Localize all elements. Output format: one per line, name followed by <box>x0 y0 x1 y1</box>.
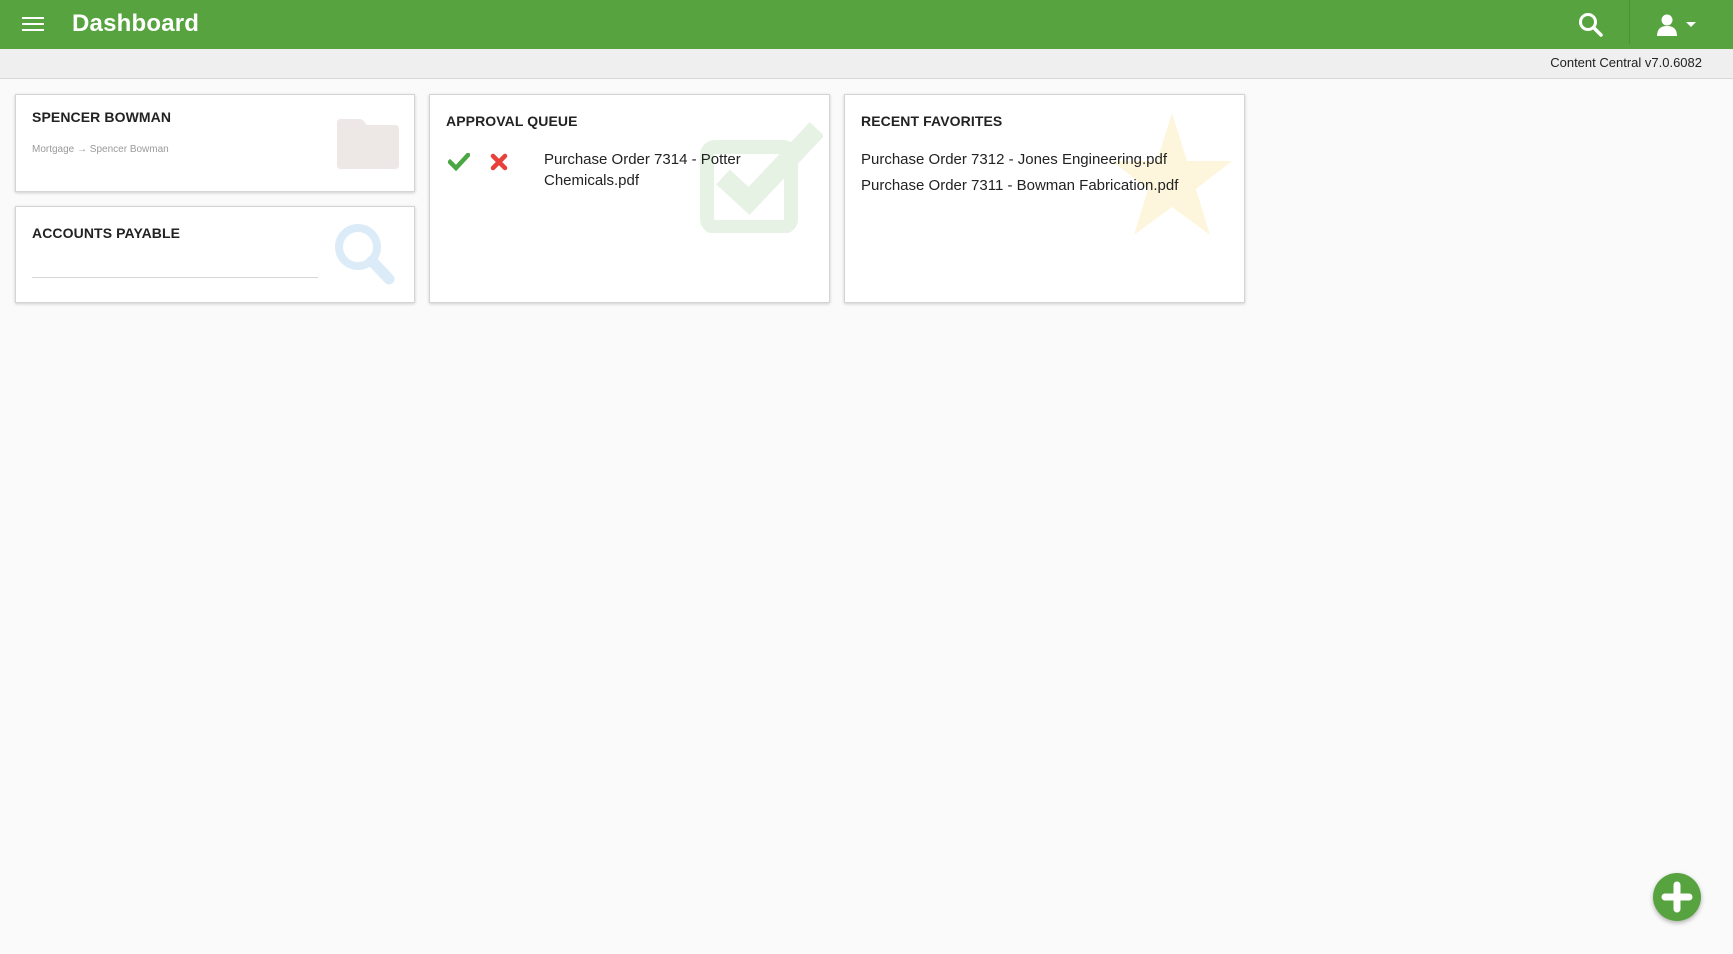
user-menu-button[interactable] <box>1655 12 1703 38</box>
breadcrumb[interactable]: Mortgage → Spencer Bowman <box>32 144 169 155</box>
approval-queue-card: APPROVAL QUEUE Purchase Order 7314 - Pot… <box>429 94 830 303</box>
add-button[interactable] <box>1653 873 1701 921</box>
favorites-list: Purchase Order 7312 - Jones Engineering.… <box>861 147 1178 199</box>
search-icon[interactable] <box>1578 12 1604 38</box>
search-icon <box>332 221 398 294</box>
top-app-bar: Dashboard <box>0 0 1733 49</box>
search-card[interactable]: ACCOUNTS PAYABLE <box>15 206 415 303</box>
header-divider <box>1629 0 1630 44</box>
approval-queue-document-link[interactable]: Purchase Order 7314 - Potter Chemicals.p… <box>544 149 764 191</box>
recent-favorites-card: RECENT FAVORITES Purchase Order 7312 - J… <box>844 94 1245 303</box>
search-card-title: ACCOUNTS PAYABLE <box>32 225 181 241</box>
plus-icon <box>1661 881 1693 913</box>
search-input[interactable] <box>32 277 318 278</box>
chevron-down-icon <box>1686 22 1696 27</box>
folder-icon <box>333 115 401 176</box>
reject-x-icon[interactable] <box>490 153 508 176</box>
favorite-item[interactable]: Purchase Order 7312 - Jones Engineering.… <box>861 147 1178 173</box>
folder-card-title: SPENCER BOWMAN <box>32 109 172 125</box>
approval-queue-title: APPROVAL QUEUE <box>446 113 578 129</box>
user-icon <box>1657 14 1696 36</box>
version-label: Content Central v7.0.6082 <box>1550 55 1702 70</box>
folder-card[interactable]: SPENCER BOWMAN Mortgage → Spencer Bowman <box>15 94 415 192</box>
page-title: Dashboard <box>72 10 200 37</box>
recent-favorites-title: RECENT FAVORITES <box>861 113 1003 129</box>
hamburger-menu-icon[interactable] <box>22 14 46 34</box>
favorite-item[interactable]: Purchase Order 7311 - Bowman Fabrication… <box>861 173 1178 199</box>
version-bar: Content Central v7.0.6082 <box>0 49 1733 79</box>
approve-check-icon[interactable] <box>446 151 472 176</box>
